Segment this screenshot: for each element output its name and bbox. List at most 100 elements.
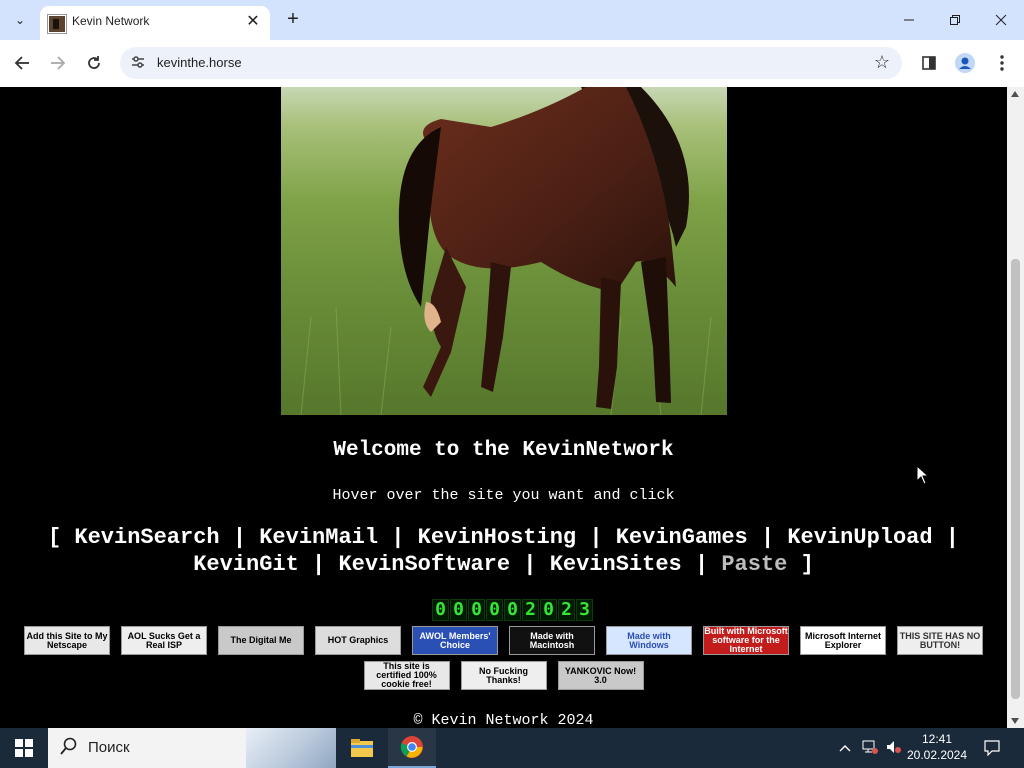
separator: | (523, 552, 537, 577)
badge-button[interactable]: Made with Windows (606, 626, 692, 655)
tab-search-button[interactable]: ⌄ (8, 8, 32, 32)
badge-button[interactable]: Microsoft Internet Explorer (800, 626, 886, 655)
mouse-cursor-icon (916, 465, 928, 485)
search-icon (60, 737, 77, 755)
link-kevinsites[interactable]: KevinSites (550, 552, 682, 577)
scroll-down-arrow-icon[interactable] (1011, 718, 1019, 724)
windows-logo-icon (15, 739, 33, 757)
close-window-button[interactable] (986, 6, 1016, 34)
taskbar-clock[interactable]: 12:41 20.02.2024 (902, 731, 972, 763)
chrome-icon (400, 736, 423, 758)
network-icon[interactable] (862, 740, 878, 757)
volume-muted-icon[interactable] (886, 740, 902, 757)
tab-strip: ⌄ Kevin Network ✕ + (0, 0, 1024, 40)
hit-counter: 000002023 (432, 599, 593, 621)
notifications-button[interactable] (980, 728, 1004, 768)
counter-digit: 0 (432, 599, 449, 621)
kevin-network-links: [ KevinSearch | KevinMail | KevinHosting… (0, 524, 1007, 578)
link-kevinhosting[interactable]: KevinHosting (418, 525, 576, 550)
badge-button[interactable]: The Digital Me (218, 626, 304, 655)
restore-button[interactable] (940, 6, 970, 34)
separator: | (312, 552, 326, 577)
scroll-thumb[interactable] (1011, 259, 1020, 699)
tray-overflow-chevron-icon[interactable] (838, 741, 852, 755)
profile-button[interactable] (952, 50, 978, 76)
links-line-1: [ KevinSearch | KevinMail | KevinHosting… (0, 524, 1007, 551)
page-content: Welcome to the KevinNetwork Hover over t… (0, 87, 1007, 728)
close-tab-icon[interactable]: ✕ (244, 13, 262, 31)
link-kevingit[interactable]: KevinGit (193, 552, 299, 577)
counter-digit: 0 (486, 599, 503, 621)
address-bar[interactable]: kevinthe.horse ☆ (120, 47, 902, 79)
forward-button[interactable] (45, 50, 71, 76)
counter-digit: 0 (504, 599, 521, 621)
badges-row-2: This site is certified 100% cookie free!… (0, 661, 1007, 690)
separator: | (694, 552, 709, 577)
minimize-icon (904, 19, 914, 21)
clock-time: 12:41 (921, 732, 953, 746)
bookmark-star-icon[interactable]: ☆ (874, 52, 890, 73)
separator: | (589, 525, 603, 550)
notification-icon (984, 740, 1000, 756)
link-kevinsearch[interactable]: KevinSearch (74, 525, 219, 550)
badges-row-1: Add this Site to My Netscape AOL Sucks Ge… (0, 626, 1007, 655)
counter-digit: 3 (576, 599, 593, 621)
url-text: kevinthe.horse (157, 55, 242, 70)
close-icon (995, 14, 1007, 26)
scroll-up-arrow-icon[interactable] (1011, 91, 1019, 97)
restore-icon (950, 15, 960, 25)
page-scrollbar[interactable] (1007, 87, 1024, 728)
tab-kevin-network[interactable]: Kevin Network ✕ (40, 6, 270, 40)
separator: | (945, 525, 959, 550)
horse-image (281, 87, 727, 415)
badge-button[interactable]: Built with Microsoft software for the In… (703, 626, 789, 655)
badge-button[interactable]: HOT Graphics (315, 626, 401, 655)
counter-digit: 2 (558, 599, 575, 621)
site-settings-icon[interactable] (130, 54, 148, 72)
separator: | (760, 525, 775, 550)
back-arrow-icon (14, 56, 29, 70)
new-tab-button[interactable]: + (282, 8, 304, 30)
forward-arrow-icon (51, 56, 66, 70)
instruction-text: Hover over the site you want and click (332, 487, 675, 504)
tab-title: Kevin Network (72, 14, 150, 28)
welcome-heading: Welcome to the KevinNetwork (333, 439, 674, 462)
search-placeholder: Поиск (88, 739, 130, 756)
separator: | (391, 525, 405, 550)
minimize-button[interactable] (894, 6, 924, 34)
search-highlight-image (246, 728, 336, 768)
menu-button[interactable] (989, 50, 1015, 76)
link-paste[interactable]: Paste (721, 552, 787, 577)
browser-toolbar: kevinthe.horse ☆ (0, 40, 1024, 88)
taskbar-search[interactable]: Поиск (48, 728, 336, 768)
file-explorer-button[interactable] (338, 728, 386, 768)
badge-button[interactable]: AOL Sucks Get a Real ISP (121, 626, 207, 655)
reload-button[interactable] (81, 50, 107, 76)
badge-button[interactable]: Made with Macintosh (509, 626, 595, 655)
badge-button[interactable]: YANKOVIC Now! 3.0 (557, 661, 644, 690)
clock-date: 20.02.2024 (906, 748, 968, 762)
links-line-2: KevinGit | KevinSoftware | KevinSites | … (0, 551, 1007, 578)
counter-digit: 2 (522, 599, 539, 621)
link-kevinsoftware[interactable]: KevinSoftware (338, 552, 510, 577)
chrome-taskbar-button[interactable] (388, 728, 436, 768)
badge-button[interactable]: Add this Site to My Netscape (24, 626, 110, 655)
counter-digit: 0 (468, 599, 485, 621)
link-kevingames[interactable]: KevinGames (616, 525, 748, 550)
footer-copyright: © Kevin Network 2024 (413, 712, 594, 728)
windows-taskbar: Поиск 12:41 20.02.2024 (0, 728, 1024, 768)
link-kevinupload[interactable]: KevinUpload (787, 525, 932, 550)
back-button[interactable] (9, 50, 35, 76)
counter-digit: 0 (450, 599, 467, 621)
side-panel-icon (922, 56, 936, 70)
bracket-open: [ (47, 525, 62, 550)
badge-button[interactable]: AWOL Members' Choice (412, 626, 498, 655)
start-button[interactable] (0, 728, 48, 768)
link-kevinmail[interactable]: KevinMail (259, 525, 378, 550)
side-panel-button[interactable] (916, 50, 942, 76)
system-tray (838, 728, 902, 768)
badge-button[interactable]: This site is certified 100% cookie free! (363, 661, 450, 690)
folder-icon (351, 739, 373, 757)
badge-button[interactable]: THIS SITE HAS NO BUTTON! (897, 626, 983, 655)
badge-button[interactable]: No Fucking Thanks! (460, 661, 547, 690)
